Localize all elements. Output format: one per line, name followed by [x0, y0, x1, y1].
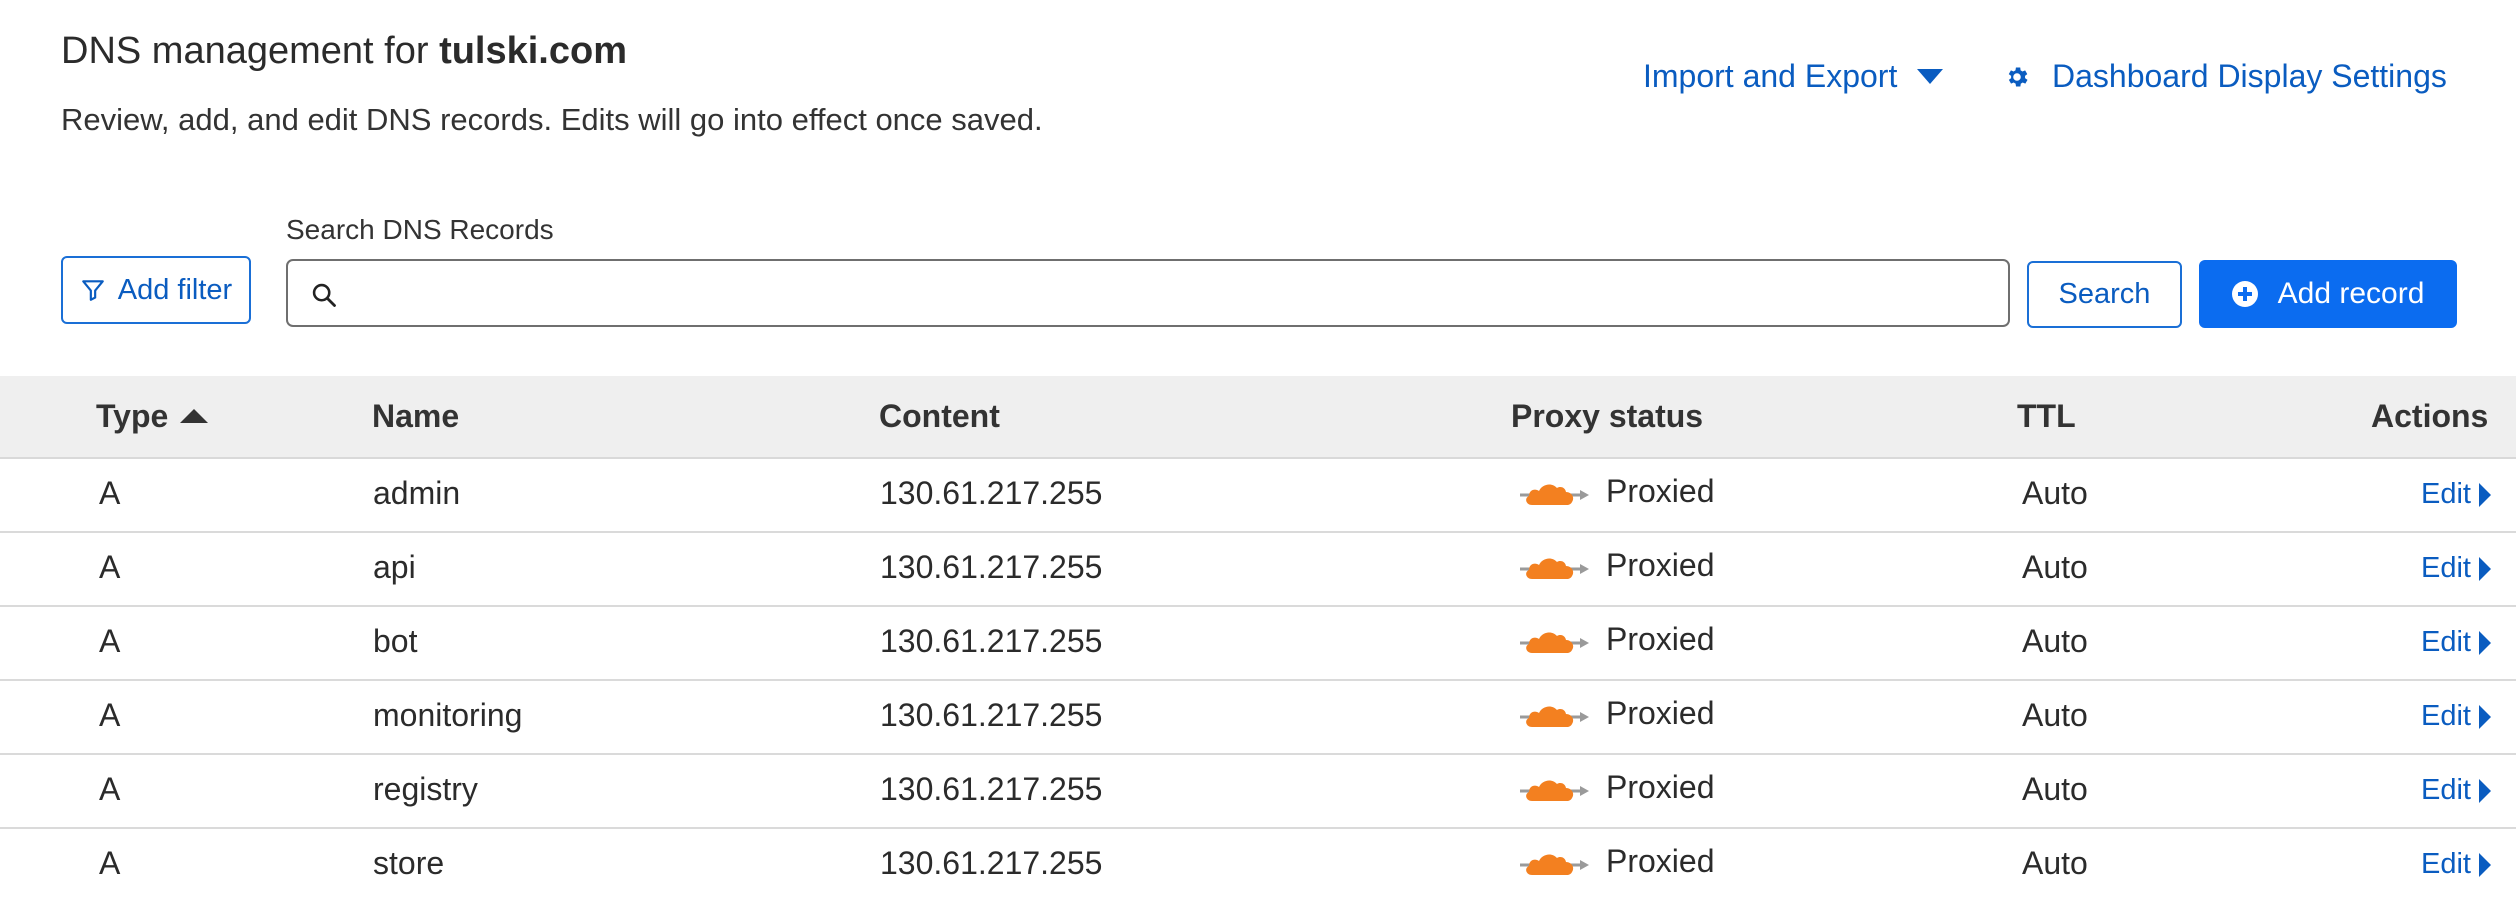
record-type: A: [99, 697, 121, 733]
record-ttl: Auto: [2022, 549, 2088, 585]
page-title: DNS management for tulski.com: [61, 30, 627, 73]
table-row[interactable]: Amonitoring 130.61.217.255 Proxied Auto Edit: [0, 681, 2516, 755]
edit-record-link[interactable]: Edit: [2421, 478, 2491, 511]
proxy-status: Proxied: [1518, 769, 1715, 806]
column-header-actions: Actions: [2371, 398, 2489, 434]
edit-label: Edit: [2421, 700, 2471, 732]
add-filter-button[interactable]: Add filter: [61, 256, 251, 324]
caret-right-icon: [2478, 556, 2491, 581]
edit-record-link[interactable]: Edit: [2421, 700, 2491, 733]
plus-circle-icon: [2231, 281, 2258, 307]
zone-name: tulski.com: [439, 30, 628, 72]
add-record-label: Add record: [2277, 277, 2425, 310]
search-button[interactable]: Search: [2027, 261, 2182, 328]
record-type: A: [99, 845, 121, 881]
search-box[interactable]: [286, 259, 2010, 327]
orange-cloud-icon: [1520, 631, 1589, 653]
proxy-status-label: Proxied: [1606, 547, 1715, 583]
edit-record-link[interactable]: Edit: [2421, 552, 2491, 585]
record-type: A: [99, 623, 121, 659]
record-ttl: Auto: [2022, 845, 2088, 881]
add-filter-label: Add filter: [117, 273, 233, 306]
column-header-type[interactable]: Type: [96, 398, 209, 435]
proxy-status: Proxied: [1518, 473, 1715, 510]
table-row[interactable]: Astore 130.61.217.255 Proxied Auto Edit: [0, 829, 2516, 898]
proxy-status-label: Proxied: [1606, 769, 1715, 805]
orange-cloud-icon: [1520, 779, 1589, 801]
caret-right-icon: [2478, 852, 2491, 877]
record-type: A: [99, 771, 121, 807]
caret-down-icon: [1917, 69, 1944, 84]
table-row[interactable]: Abot 130.61.217.255 Proxied Auto Edit: [0, 607, 2516, 681]
record-content: 130.61.217.255: [880, 845, 1103, 881]
edit-label: Edit: [2421, 478, 2471, 510]
record-name: api: [373, 549, 416, 585]
caret-right-icon: [2478, 778, 2491, 803]
column-header-content[interactable]: Content: [879, 398, 1000, 435]
record-type: A: [99, 475, 121, 511]
record-content: 130.61.217.255: [880, 549, 1103, 585]
table-row[interactable]: Aapi 130.61.217.255 Proxied Auto Edit: [0, 533, 2516, 607]
proxy-status-label: Proxied: [1606, 621, 1715, 657]
edit-label: Edit: [2421, 552, 2471, 584]
gear-icon: [2008, 66, 2028, 87]
record-content: 130.61.217.255: [880, 623, 1103, 659]
edit-label: Edit: [2421, 848, 2471, 880]
column-header-name[interactable]: Name: [372, 398, 459, 435]
record-name: store: [373, 845, 445, 881]
proxy-status: Proxied: [1518, 547, 1715, 584]
column-header-proxy-status: Proxy status: [1511, 398, 1704, 434]
proxy-status-label: Proxied: [1606, 843, 1715, 879]
import-export-label: Import and Export: [1643, 58, 1898, 94]
orange-cloud-icon: [1520, 853, 1589, 875]
record-ttl: Auto: [2022, 623, 2088, 659]
caret-right-icon: [2478, 630, 2491, 655]
filter-icon: [81, 280, 104, 301]
record-content: 130.61.217.255: [880, 475, 1103, 511]
record-content: 130.61.217.255: [880, 771, 1103, 807]
record-name: registry: [373, 771, 478, 807]
table-row[interactable]: Aregistry 130.61.217.255 Proxied Auto Edit: [0, 755, 2516, 829]
edit-record-link[interactable]: Edit: [2421, 626, 2491, 659]
edit-label: Edit: [2421, 774, 2471, 806]
dns-management-page: DNS management for tulski.com Review, ad…: [0, 0, 2516, 898]
import-export-dropdown[interactable]: Import and Export: [1643, 58, 1944, 95]
add-record-button[interactable]: Add record: [2199, 260, 2457, 328]
table-header: Type Name Content Proxy status TTL Actio…: [0, 376, 2516, 459]
caret-right-icon: [2478, 704, 2491, 729]
dashboard-display-settings-label: Dashboard Display Settings: [2052, 58, 2447, 94]
record-name: admin: [373, 475, 461, 511]
orange-cloud-icon: [1520, 557, 1589, 579]
record-ttl: Auto: [2022, 475, 2088, 511]
dashboard-display-settings-link[interactable]: Dashboard Display Settings: [2004, 58, 2447, 95]
record-type: A: [99, 549, 121, 585]
search-input[interactable]: [354, 269, 1988, 319]
column-header-type-label: Type: [96, 398, 169, 434]
edit-record-link[interactable]: Edit: [2421, 848, 2491, 881]
proxy-status-label: Proxied: [1606, 695, 1715, 731]
table-row[interactable]: Aadmin 130.61.217.255 Proxied Auto Edit: [0, 459, 2516, 533]
record-name: bot: [373, 623, 418, 659]
search-icon: [312, 283, 336, 307]
edit-record-link[interactable]: Edit: [2421, 774, 2491, 807]
record-ttl: Auto: [2022, 771, 2088, 807]
sort-ascending-icon: [180, 408, 209, 423]
search-label: Search DNS Records: [286, 214, 554, 245]
page-title-prefix: DNS management for: [61, 30, 440, 72]
caret-right-icon: [2478, 482, 2491, 507]
proxy-status-label: Proxied: [1606, 473, 1715, 509]
page-subtitle: Review, add, and edit DNS records. Edits…: [61, 102, 1043, 137]
orange-cloud-icon: [1520, 705, 1589, 727]
record-ttl: Auto: [2022, 697, 2088, 733]
proxy-status: Proxied: [1518, 621, 1715, 658]
proxy-status: Proxied: [1518, 843, 1715, 880]
record-content: 130.61.217.255: [880, 697, 1103, 733]
record-name: monitoring: [373, 697, 523, 733]
column-header-ttl[interactable]: TTL: [2017, 398, 2076, 435]
orange-cloud-icon: [1520, 483, 1589, 505]
edit-label: Edit: [2421, 626, 2471, 658]
proxy-status: Proxied: [1518, 695, 1715, 732]
